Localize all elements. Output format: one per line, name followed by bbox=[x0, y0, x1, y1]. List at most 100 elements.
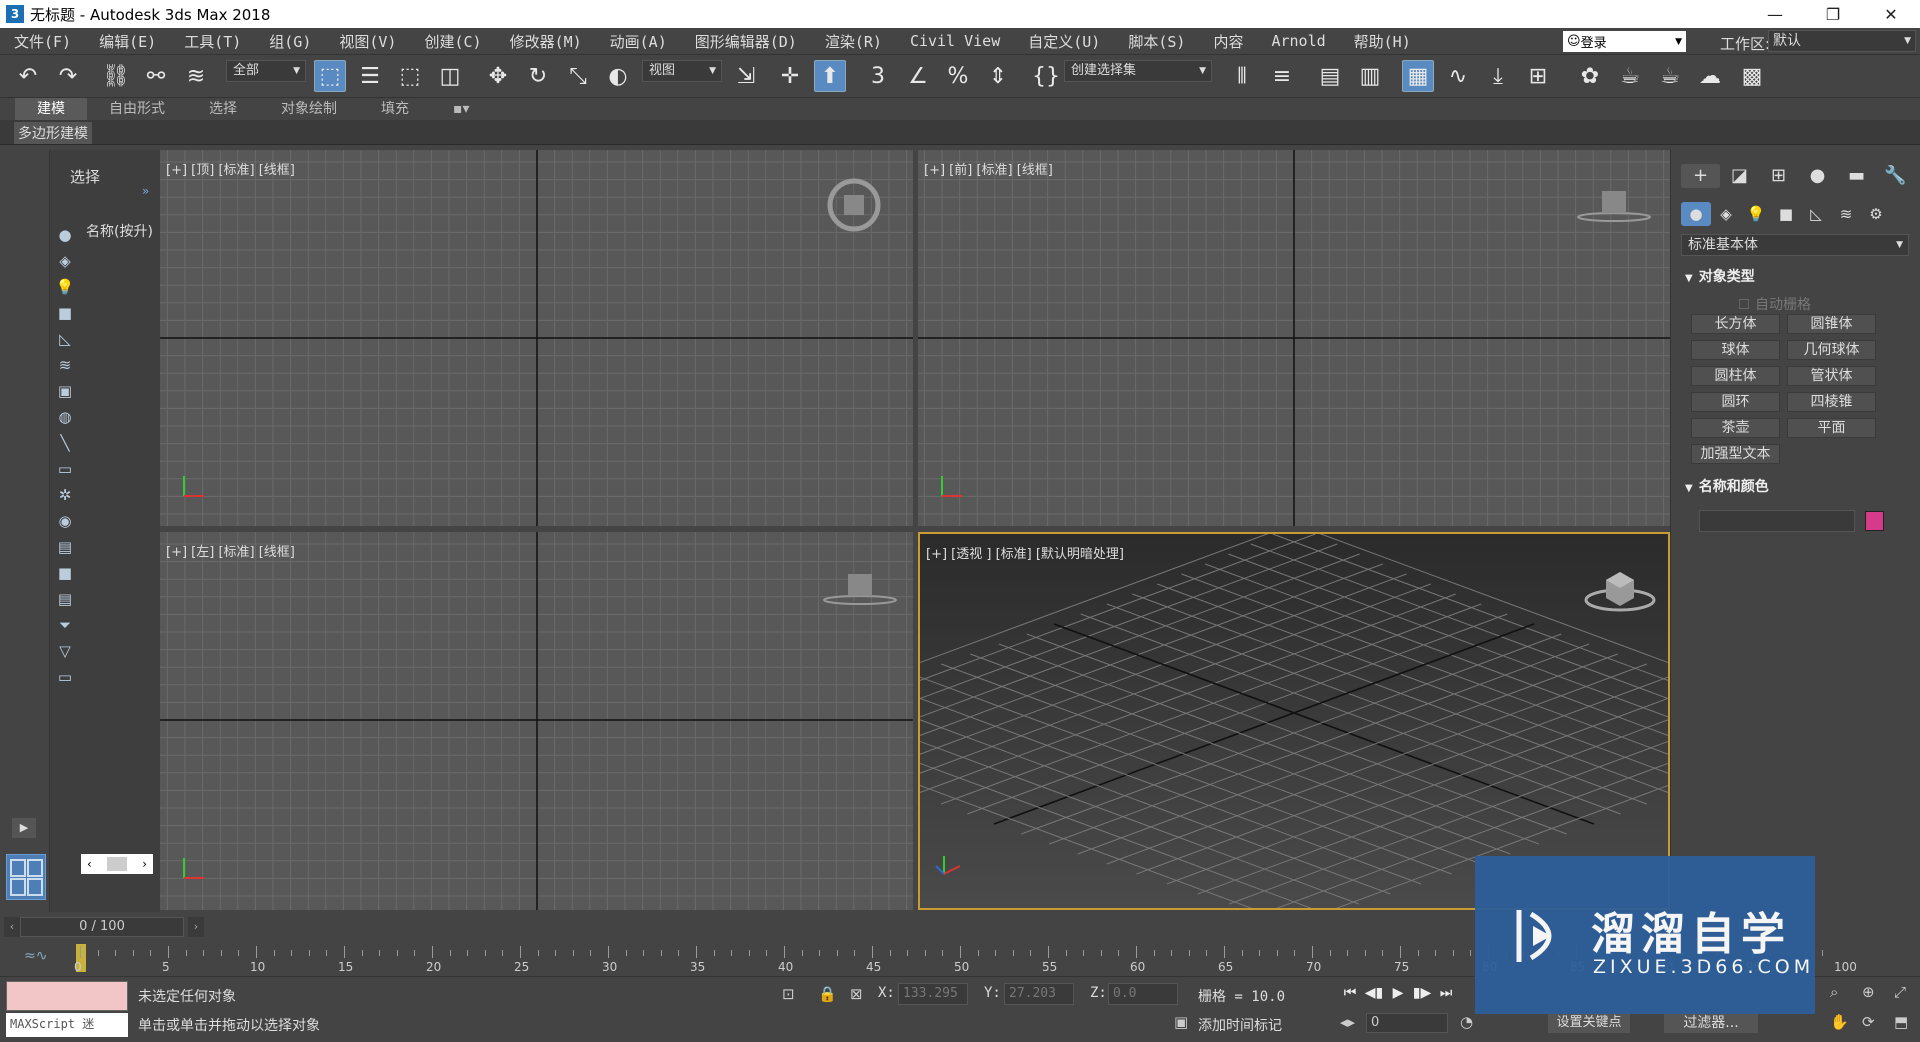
ribbon-tab-object-paint[interactable]: 对象绘制 bbox=[259, 98, 359, 120]
selection-filter-dropdown[interactable]: 全部 ▼ bbox=[226, 60, 306, 82]
viewcube-left[interactable] bbox=[820, 568, 900, 608]
viewport-persp-label[interactable]: [+] [透视 ] [标准] [默认明暗处理] bbox=[926, 543, 1124, 562]
mirror-icon[interactable]: ⫴ bbox=[1226, 60, 1258, 92]
goto-end-icon[interactable]: ⏭ bbox=[1434, 985, 1458, 1001]
invert-icon[interactable]: ■ bbox=[54, 562, 76, 584]
y-coord-field[interactable]: 27.203 bbox=[1004, 983, 1074, 1005]
teapot-button[interactable]: 茶壶 bbox=[1691, 418, 1780, 438]
viewport-top[interactable]: [+] [顶] [标准] [线框] bbox=[160, 150, 913, 526]
viewcube-top[interactable] bbox=[824, 175, 884, 235]
viewport-top-label[interactable]: [+] [顶] [标准] [线框] bbox=[166, 159, 295, 178]
play-icon[interactable]: ▶ bbox=[1386, 985, 1410, 1001]
hierarchy-tab-icon[interactable]: ⊞ bbox=[1759, 164, 1798, 188]
menu-arnold[interactable]: Arnold bbox=[1257, 32, 1325, 50]
close-button[interactable]: ✕ bbox=[1862, 0, 1920, 28]
geosphere-button[interactable]: 几何球体 bbox=[1787, 340, 1876, 360]
manipulate-icon[interactable]: ✛ bbox=[774, 60, 806, 92]
rendered-frame-icon[interactable]: ☕ bbox=[1654, 60, 1686, 92]
object-name-field[interactable] bbox=[1699, 510, 1855, 532]
ribbon-tab-selection[interactable]: 选择 bbox=[187, 98, 259, 120]
menu-graph-editors[interactable]: 图形编辑器(D) bbox=[681, 31, 797, 52]
scroll-left-icon[interactable]: ‹ bbox=[87, 857, 92, 871]
schematic-view-icon[interactable]: ⊞ bbox=[1522, 60, 1554, 92]
spacewarps-icon[interactable]: ≋ bbox=[1831, 202, 1861, 226]
light-filter-icon[interactable]: 💡 bbox=[54, 276, 76, 298]
horizontal-scrollbar[interactable]: ‹ › bbox=[81, 854, 153, 874]
utilities-tab-icon[interactable]: 🔧 bbox=[1876, 164, 1915, 188]
goto-start-icon[interactable]: ⏮ bbox=[1338, 985, 1362, 1001]
menu-edit[interactable]: 编辑(E) bbox=[85, 31, 156, 52]
maxscript-input[interactable]: MAXScript 迷 bbox=[6, 1013, 128, 1037]
viewport-front[interactable]: [+] [前] [标准] [线框] bbox=[918, 150, 1670, 526]
tube-button[interactable]: 管状体 bbox=[1787, 366, 1876, 386]
edit-named-sel-icon[interactable]: {} bbox=[1030, 60, 1062, 92]
menu-group[interactable]: 组(G) bbox=[255, 31, 311, 52]
current-frame-field[interactable]: 0 bbox=[1366, 1013, 1448, 1033]
link-icon[interactable]: ⛓ bbox=[100, 60, 132, 92]
menu-tools[interactable]: 工具(T) bbox=[170, 31, 241, 52]
menu-create[interactable]: 创建(C) bbox=[410, 31, 481, 52]
snaps-toggle-icon[interactable]: 3 bbox=[862, 60, 894, 92]
shape-filter-icon[interactable]: ◈ bbox=[54, 250, 76, 272]
absolute-mode-icon[interactable]: ⊠ bbox=[850, 985, 863, 1003]
pan-icon[interactable]: ✋ bbox=[1830, 1013, 1849, 1031]
login-dropdown[interactable]: ☺ 登录 ▼ bbox=[1563, 31, 1686, 52]
camera-filter-icon[interactable]: ■ bbox=[54, 302, 76, 324]
menu-file[interactable]: 文件(F) bbox=[0, 31, 71, 52]
toggle-ribbon-icon[interactable]: ▦ bbox=[1402, 60, 1434, 92]
maxscript-listener-box[interactable] bbox=[6, 981, 128, 1011]
create-tab-icon[interactable]: + bbox=[1681, 164, 1720, 188]
helper-filter-icon[interactable]: ◺ bbox=[54, 328, 76, 350]
add-time-tag[interactable]: 添加时间标记 bbox=[1198, 1015, 1282, 1035]
place-icon[interactable]: ◐ bbox=[602, 60, 634, 92]
viewport-layout-icon[interactable] bbox=[6, 854, 46, 900]
lock-icon[interactable]: 🔒 bbox=[818, 985, 837, 1003]
ribbon-tab-populate[interactable]: 填充 bbox=[359, 98, 431, 120]
name-column-header[interactable]: 名称(按升) bbox=[84, 222, 160, 244]
spacewarp-filter-icon[interactable]: ≋ bbox=[54, 354, 76, 376]
category-dropdown[interactable]: 标准基本体 ▼ bbox=[1681, 234, 1909, 256]
modify-tab-icon[interactable]: ◪ bbox=[1720, 164, 1759, 188]
geometry-icon[interactable]: ● bbox=[1681, 202, 1711, 226]
rotate-icon[interactable]: ↻ bbox=[522, 60, 554, 92]
torus-button[interactable]: 圆环 bbox=[1691, 392, 1780, 412]
ribbon-tab-freeform[interactable]: 自由形式 bbox=[87, 98, 187, 120]
viewport-front-label[interactable]: [+] [前] [标准] [线框] bbox=[924, 159, 1053, 178]
bind-spacewarp-icon[interactable]: ≋ bbox=[180, 60, 212, 92]
particle-filter-icon[interactable]: ✲ bbox=[54, 484, 76, 506]
maximize-viewport-icon[interactable]: ⤢ bbox=[1894, 983, 1906, 1001]
keyboard-shortcut-icon[interactable]: ⬆ bbox=[814, 60, 846, 92]
geometry-filter-icon[interactable]: ● bbox=[54, 224, 76, 246]
viewcube-persp[interactable] bbox=[1580, 564, 1660, 614]
expand-arrow-icon[interactable]: ▶ bbox=[12, 818, 36, 838]
menu-rendering[interactable]: 渲染(R) bbox=[811, 31, 882, 52]
rollout-object-type[interactable]: ▼ 对象类型 bbox=[1679, 266, 1913, 288]
pyramid-button[interactable]: 四棱锥 bbox=[1787, 392, 1876, 412]
time-config-icon[interactable]: ◔ bbox=[1460, 1013, 1473, 1031]
redo-icon[interactable]: ↷ bbox=[52, 60, 84, 92]
pivot-icon[interactable]: ⇲ bbox=[730, 60, 762, 92]
xref-filter-icon[interactable]: ◍ bbox=[54, 406, 76, 428]
cone-button[interactable]: 圆锥体 bbox=[1787, 314, 1876, 334]
move-icon[interactable]: ✥ bbox=[482, 60, 514, 92]
curve-editor-icon[interactable]: ∿ bbox=[1442, 60, 1474, 92]
next-frame-icon[interactable]: › bbox=[188, 917, 204, 937]
mini-curve-icon[interactable]: ≈∿ bbox=[24, 948, 47, 964]
minimize-button[interactable]: — bbox=[1746, 0, 1804, 28]
render-setup-icon[interactable]: ☕ bbox=[1614, 60, 1646, 92]
autogrid-checkbox[interactable]: 自动栅格 bbox=[1739, 294, 1811, 314]
named-selection-dropdown[interactable]: 创建选择集 ▼ bbox=[1064, 60, 1212, 82]
sphere-button[interactable]: 球体 bbox=[1691, 340, 1780, 360]
align-icon[interactable]: ≡ bbox=[1266, 60, 1298, 92]
key-filters-button[interactable]: 过滤器... bbox=[1664, 1013, 1758, 1033]
render-in-cloud-icon[interactable]: ▩ bbox=[1736, 60, 1768, 92]
key-mode-icon[interactable]: ◂▸ bbox=[1340, 1013, 1355, 1031]
cylinder-button[interactable]: 圆柱体 bbox=[1691, 366, 1780, 386]
motion-tab-icon[interactable]: ● bbox=[1798, 164, 1837, 188]
scroll-thumb[interactable] bbox=[107, 857, 127, 871]
display-tab-icon[interactable]: ▬ bbox=[1837, 164, 1876, 188]
menu-help[interactable]: 帮助(H) bbox=[1340, 31, 1411, 52]
hidden-filter-icon[interactable]: ◉ bbox=[54, 510, 76, 532]
percent-snap-icon[interactable]: % bbox=[942, 60, 974, 92]
lights-icon[interactable]: 💡 bbox=[1741, 202, 1771, 226]
